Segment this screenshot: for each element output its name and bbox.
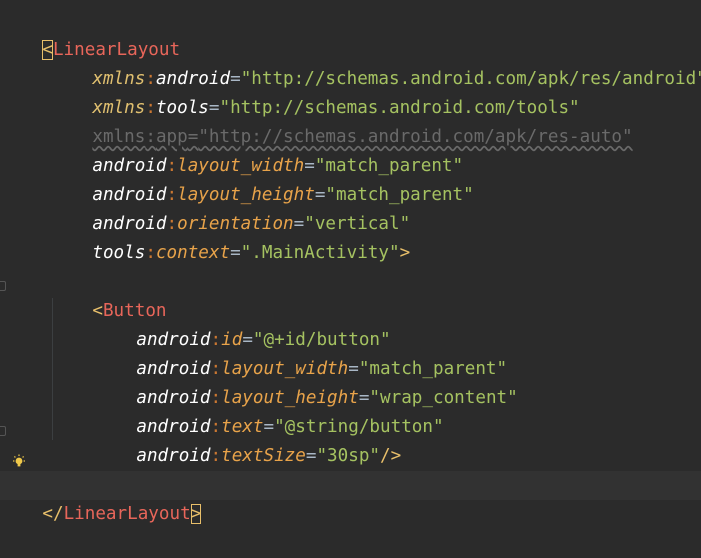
fold-marker-icon[interactable] <box>0 426 6 436</box>
attr-name: textSize <box>221 446 306 466</box>
attr-value: ".MainActivity" <box>240 243 400 263</box>
code-editor[interactable]: <LinearLayout xmlns:android="http://sche… <box>0 0 701 527</box>
code-line[interactable]: android:id="@+id/button" <box>94 297 701 350</box>
code-line[interactable]: android:layout_width="match_parent" <box>50 123 701 176</box>
root-close-tag-name: LinearLayout <box>63 504 191 524</box>
attr-namespace: android <box>136 446 211 466</box>
code-line[interactable]: android:textSize="30sp"/> <box>94 413 701 466</box>
attr-namespace: tools <box>92 243 146 263</box>
code-line[interactable]: <LinearLayout <box>0 7 701 60</box>
tag-close-bracket: > <box>190 504 202 524</box>
equals: = <box>230 243 241 263</box>
tag-close-bracket: > <box>399 243 411 263</box>
code-line[interactable]: android:text="@string/button" <box>94 384 701 437</box>
code-line-current[interactable]: </LinearLayout> <box>0 471 701 524</box>
code-line[interactable]: android:layout_height="match_parent" <box>50 152 701 205</box>
code-line[interactable]: android:layout_width="match_parent" <box>94 326 701 379</box>
attr-value: "30sp" <box>316 446 381 466</box>
colon: : <box>210 446 222 466</box>
code-line[interactable]: xmlns:tools="http://schemas.android.com/… <box>50 65 701 118</box>
fold-marker-icon[interactable] <box>0 281 6 291</box>
self-close-bracket: /> <box>380 446 402 466</box>
code-line-unused[interactable]: xmlns:app="http://schemas.android.com/ap… <box>50 94 701 147</box>
lightbulb-icon[interactable] <box>12 454 26 470</box>
code-line[interactable]: tools:context=".MainActivity"> <box>50 210 701 263</box>
code-line[interactable]: android:layout_height="wrap_content" <box>94 355 701 408</box>
code-line[interactable]: xmlns:android="http://schemas.android.co… <box>50 36 701 89</box>
colon: : <box>145 243 156 263</box>
attr-name: context <box>155 243 231 263</box>
code-line[interactable]: android:orientation="vertical" <box>50 181 701 234</box>
close-tag-open-bracket: </ <box>42 504 64 524</box>
code-line[interactable]: <Button <box>50 268 701 321</box>
equals: = <box>305 446 317 466</box>
